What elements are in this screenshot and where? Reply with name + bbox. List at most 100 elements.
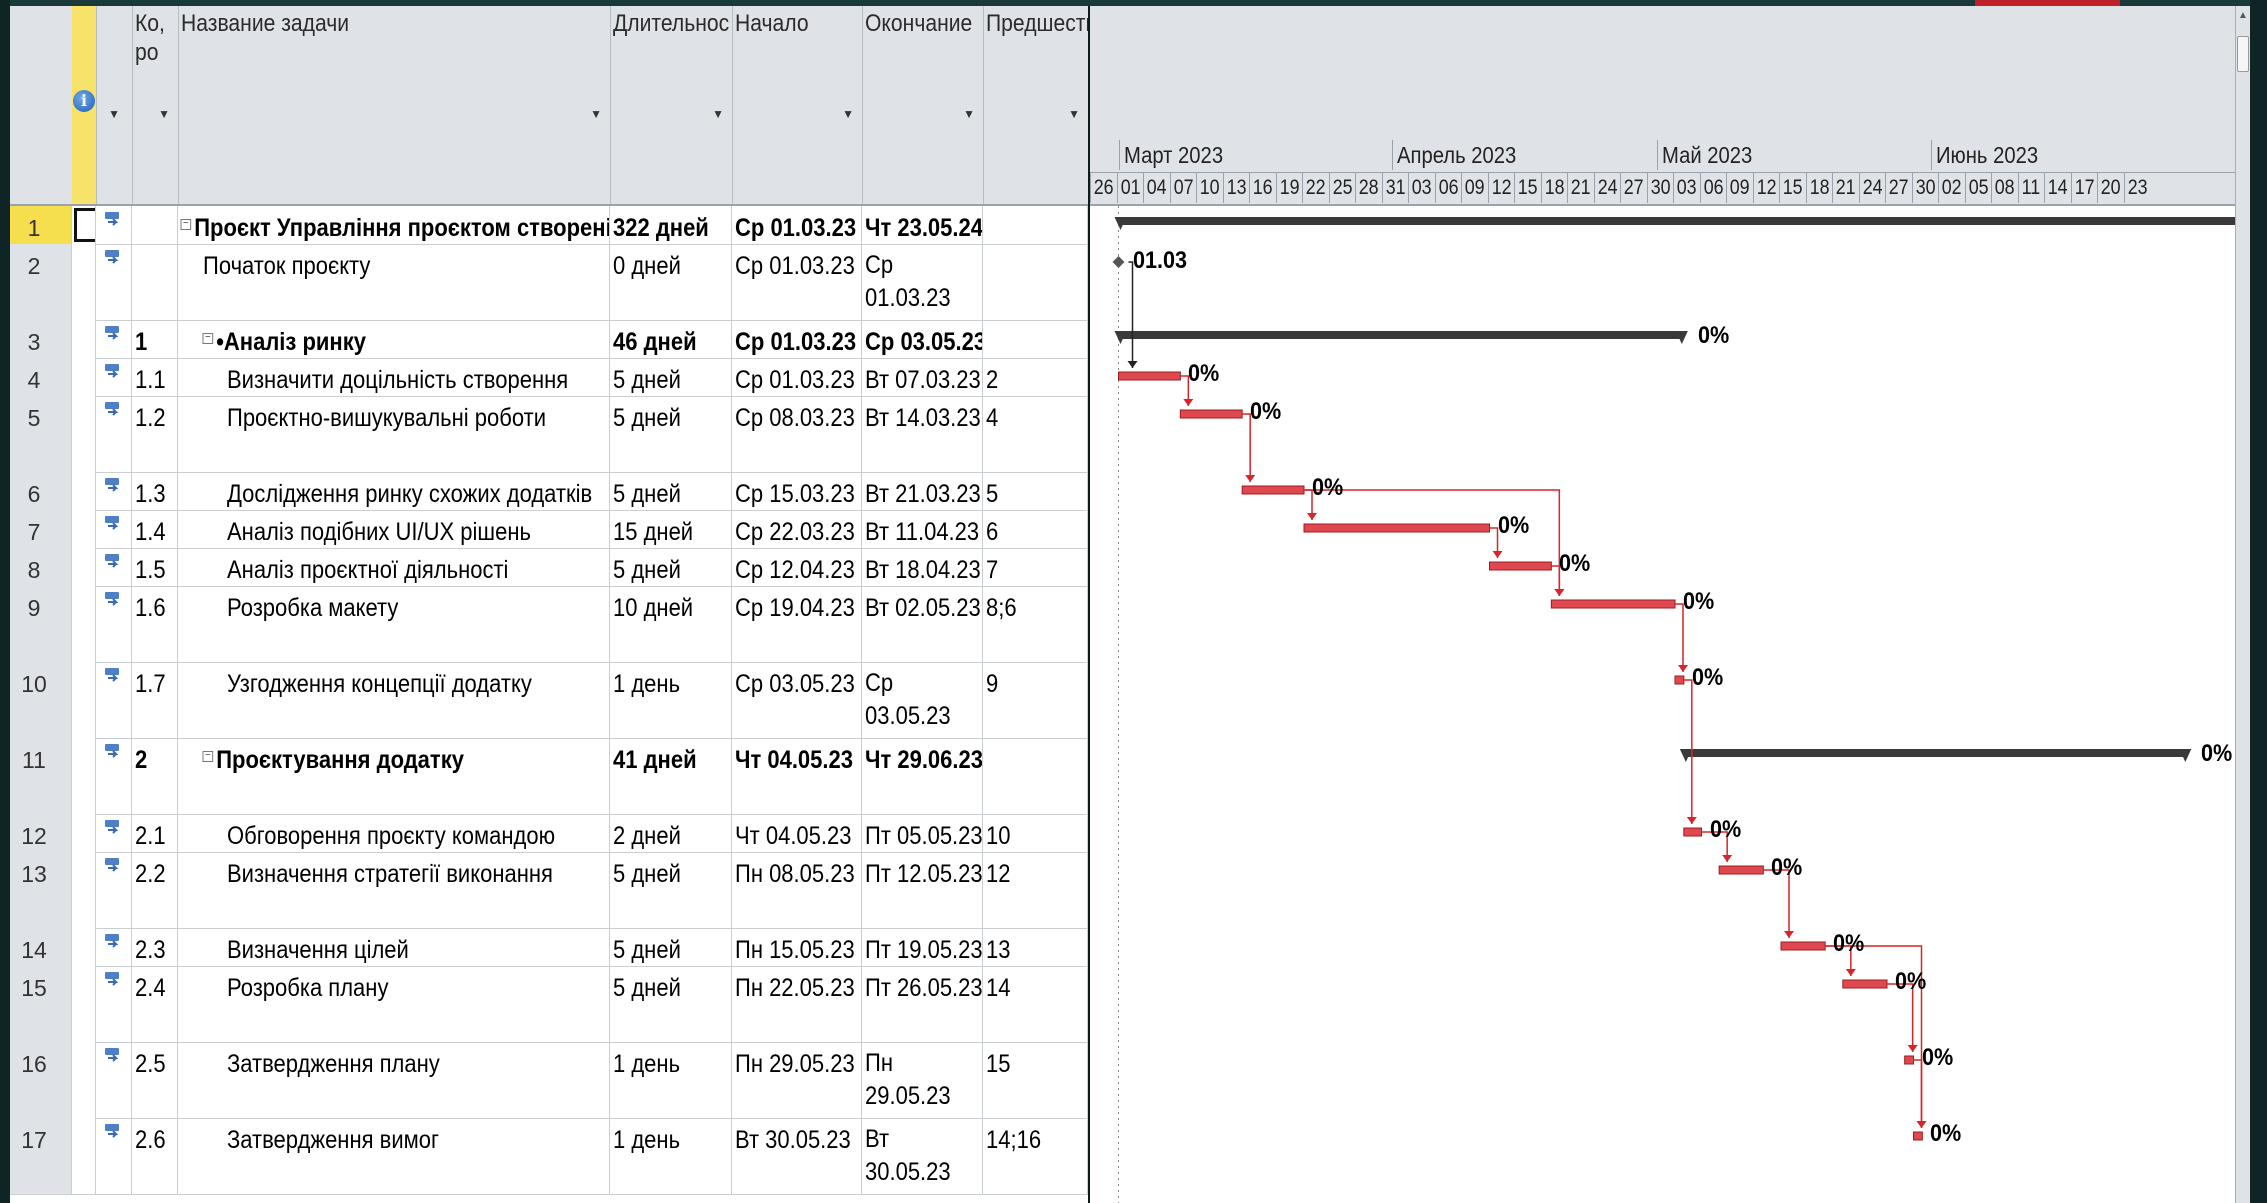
- task-duration[interactable]: 0 дней: [610, 244, 732, 320]
- task-start[interactable]: Ср 01.03.23: [732, 206, 862, 244]
- row-number[interactable]: 16: [10, 1042, 72, 1118]
- task-start[interactable]: Ср 15.03.23: [732, 472, 862, 510]
- indicator-cell[interactable]: [72, 510, 96, 548]
- indicator-cell[interactable]: [72, 586, 96, 662]
- task-predecessors[interactable]: 14: [983, 966, 1088, 1042]
- indicator-cell[interactable]: [72, 206, 96, 244]
- task-finish[interactable]: Ср 01.03.23: [862, 244, 983, 320]
- task-start[interactable]: Пн 08.05.23: [732, 852, 862, 928]
- task-mode-cell[interactable]: [96, 358, 132, 396]
- task-mode-cell[interactable]: [96, 548, 132, 586]
- dropdown-arrow-icon[interactable]: ▼: [590, 100, 602, 129]
- row-number[interactable]: 12: [10, 814, 72, 852]
- task-mode-cell[interactable]: [96, 738, 132, 814]
- row-number[interactable]: 4: [10, 358, 72, 396]
- task-finish[interactable]: Пн 29.05.23: [862, 1042, 983, 1118]
- indicator-cell[interactable]: [72, 548, 96, 586]
- row-number[interactable]: 10: [10, 662, 72, 738]
- task-start[interactable]: Ср 03.05.23: [732, 662, 862, 738]
- row-number[interactable]: 2: [10, 244, 72, 320]
- indicator-cell[interactable]: [72, 738, 96, 814]
- task-code[interactable]: 1.5: [132, 548, 178, 586]
- task-duration[interactable]: 15 дней: [610, 510, 732, 548]
- task-mode-cell[interactable]: [96, 1118, 132, 1194]
- task-finish[interactable]: Пт 05.05.23: [862, 814, 983, 852]
- task-mode-cell[interactable]: [96, 1042, 132, 1118]
- task-finish[interactable]: Вт 02.05.23: [862, 586, 983, 662]
- task-predecessors[interactable]: 9: [983, 662, 1088, 738]
- task-predecessors[interactable]: 10: [983, 814, 1088, 852]
- indicator-cell[interactable]: [72, 928, 96, 966]
- task-duration[interactable]: 322 дней: [610, 206, 732, 244]
- task-name[interactable]: Розробка плану: [178, 966, 610, 1042]
- task-mode-cell[interactable]: [96, 244, 132, 320]
- task-mode-cell[interactable]: [96, 586, 132, 662]
- task-name[interactable]: Визначення цілей: [178, 928, 610, 966]
- dropdown-arrow-icon[interactable]: ▼: [108, 100, 120, 129]
- table-row[interactable]: 8 1.5 Аналіз проєктної діяльності 5 дней Ср …: [10, 548, 1088, 587]
- task-predecessors[interactable]: 15: [983, 1042, 1088, 1118]
- start-column-header[interactable]: Начало ▼: [732, 6, 863, 204]
- dropdown-arrow-icon[interactable]: ▼: [712, 100, 724, 129]
- indicator-column-header[interactable]: i: [72, 6, 97, 204]
- task-code[interactable]: 2.3: [132, 928, 178, 966]
- task-duration[interactable]: 5 дней: [610, 358, 732, 396]
- task-code[interactable]: [132, 244, 178, 320]
- task-duration[interactable]: 5 дней: [610, 548, 732, 586]
- table-row[interactable]: 14 2.3 Визначення цілей 5 дней Пн 15.05.23 Пт…: [10, 928, 1088, 967]
- gantt-body[interactable]: 01.03 0% 0% 0% 0% 0% 0% 0% 0% 0% 0% 0% 0% 0% 0% 0%: [1090, 206, 2235, 1203]
- table-row[interactable]: 2 Початок проєкту 0 дней Ср 01.03.23 Ср 01.0…: [10, 244, 1088, 321]
- row-number[interactable]: 1: [10, 206, 72, 244]
- row-number[interactable]: 9: [10, 586, 72, 662]
- indicator-cell[interactable]: [72, 1118, 96, 1194]
- row-number[interactable]: 11: [10, 738, 72, 814]
- predecessors-column-header[interactable]: Предшеств ▼: [983, 6, 1088, 204]
- task-duration[interactable]: 5 дней: [610, 928, 732, 966]
- task-name[interactable]: Затвердження вимог: [178, 1118, 610, 1194]
- task-mode-cell[interactable]: [96, 510, 132, 548]
- row-number[interactable]: 6: [10, 472, 72, 510]
- scroll-thumb[interactable]: [2237, 36, 2249, 72]
- task-predecessors[interactable]: 7: [983, 548, 1088, 586]
- indicator-cell[interactable]: [72, 472, 96, 510]
- task-duration[interactable]: 1 день: [610, 662, 732, 738]
- task-name[interactable]: Проєктно-вишукувальні роботи: [178, 396, 610, 472]
- task-duration[interactable]: 1 день: [610, 1042, 732, 1118]
- task-predecessors[interactable]: [983, 320, 1088, 358]
- table-row[interactable]: 5 1.2 Проєктно-вишукувальні роботи 5 дней Ср…: [10, 396, 1088, 473]
- task-mode-cell[interactable]: [96, 320, 132, 358]
- indicator-cell[interactable]: [72, 662, 96, 738]
- task-duration[interactable]: 5 дней: [610, 396, 732, 472]
- indicator-cell[interactable]: [72, 396, 96, 472]
- task-predecessors[interactable]: 6: [983, 510, 1088, 548]
- task-finish[interactable]: Пт 26.05.23: [862, 966, 983, 1042]
- task-code[interactable]: 2.2: [132, 852, 178, 928]
- dropdown-arrow-icon[interactable]: ▼: [1068, 100, 1080, 129]
- row-number[interactable]: 8: [10, 548, 72, 586]
- task-name[interactable]: − Проєктування додатку: [178, 738, 610, 814]
- table-row[interactable]: 7 1.4 Аналіз подібних UI/UX рішень 15 дней С…: [10, 510, 1088, 549]
- task-name[interactable]: Обговорення проєкту командою: [178, 814, 610, 852]
- task-start[interactable]: Ср 01.03.23: [732, 358, 862, 396]
- task-start[interactable]: Пн 15.05.23: [732, 928, 862, 966]
- task-name[interactable]: Визначення стратегії виконання: [178, 852, 610, 928]
- task-predecessors[interactable]: 4: [983, 396, 1088, 472]
- task-name[interactable]: − Проєкт Управління проєктом створені: [178, 206, 610, 244]
- task-code[interactable]: 2.5: [132, 1042, 178, 1118]
- table-row[interactable]: 4 1.1 Визначити доцільність створення 5 дне…: [10, 358, 1088, 397]
- task-name[interactable]: Розробка макету: [178, 586, 610, 662]
- dropdown-arrow-icon[interactable]: ▼: [842, 100, 854, 129]
- task-mode-cell[interactable]: [96, 852, 132, 928]
- task-code[interactable]: 1.2: [132, 396, 178, 472]
- collapse-toggle-icon[interactable]: −: [180, 219, 192, 230]
- task-code[interactable]: 2.1: [132, 814, 178, 852]
- task-mode-cell[interactable]: [96, 472, 132, 510]
- task-code[interactable]: 1.7: [132, 662, 178, 738]
- task-code[interactable]: 1.1: [132, 358, 178, 396]
- task-code[interactable]: 2.6: [132, 1118, 178, 1194]
- dropdown-arrow-icon[interactable]: ▼: [963, 100, 975, 129]
- table-row[interactable]: 15 2.4 Розробка плану 5 дней Пн 22.05.23 Пт 2…: [10, 966, 1088, 1043]
- table-row[interactable]: 1 − Проєкт Управління проєктом створені 322…: [10, 206, 1088, 245]
- indicator-cell[interactable]: [72, 814, 96, 852]
- task-start[interactable]: Чт 04.05.23: [732, 738, 862, 814]
